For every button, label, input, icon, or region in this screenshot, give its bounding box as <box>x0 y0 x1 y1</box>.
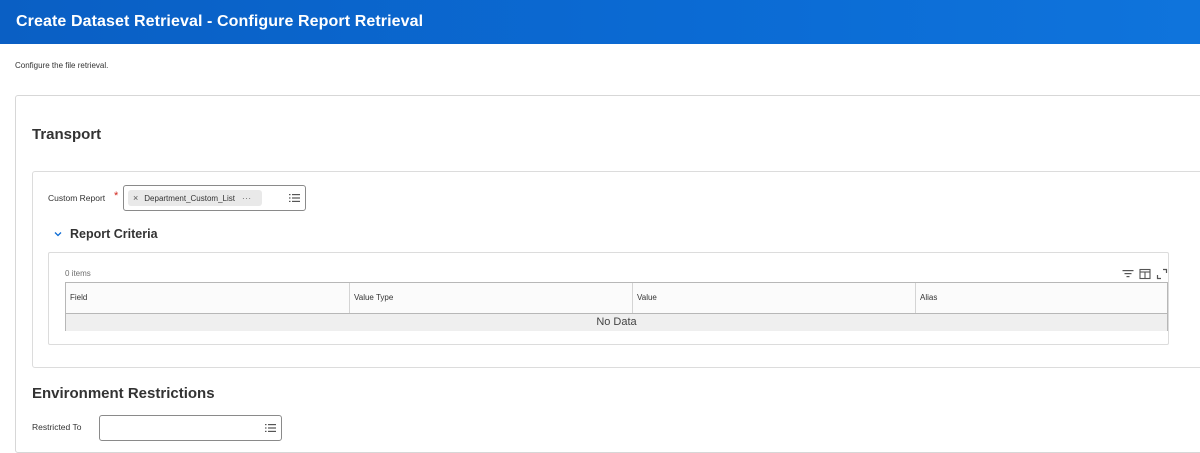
fullscreen-icon[interactable] <box>1156 267 1168 280</box>
main-form-panel: Transport Custom Report * × Department_C… <box>15 95 1200 453</box>
page-title: Create Dataset Retrieval - Configure Rep… <box>16 13 424 30</box>
items-count: 0 items <box>65 269 91 278</box>
transport-section-title: Transport <box>32 126 102 143</box>
table-header-row: Field Value Type Value Alias <box>66 283 1167 314</box>
filter-icon[interactable] <box>1122 267 1134 279</box>
column-header-alias[interactable]: Alias <box>916 283 1167 313</box>
page-instructions: Configure the file retrieval. <box>15 61 109 70</box>
column-header-field[interactable]: Field <box>66 283 350 313</box>
remove-selection-icon[interactable]: × <box>133 193 138 203</box>
environment-restrictions-title: Environment Restrictions <box>32 385 215 402</box>
page-header: Create Dataset Retrieval - Configure Rep… <box>0 0 1200 44</box>
selected-report-pill[interactable]: × Department_Custom_List ··· <box>128 190 262 206</box>
required-indicator: * <box>114 190 119 202</box>
report-criteria-grid-panel: 0 items Field Value Type Value Alias No … <box>48 252 1169 345</box>
related-actions-icon[interactable]: ··· <box>242 194 252 203</box>
prompt-list-icon[interactable] <box>289 193 300 203</box>
selected-report-value: Department_Custom_List <box>144 193 235 203</box>
report-criteria-title[interactable]: Report Criteria <box>70 227 158 241</box>
custom-report-label: Custom Report <box>48 193 106 203</box>
grid-toolbar <box>1122 267 1168 280</box>
column-settings-icon[interactable] <box>1139 267 1151 280</box>
restricted-to-label: Restricted To <box>32 422 82 432</box>
column-header-value-type[interactable]: Value Type <box>350 283 633 313</box>
custom-report-prompt[interactable]: × Department_Custom_List ··· <box>123 185 306 211</box>
transport-panel: Custom Report * × Department_Custom_List… <box>32 171 1200 368</box>
report-criteria-table: Field Value Type Value Alias No Data <box>65 282 1168 331</box>
prompt-list-icon[interactable] <box>265 423 276 433</box>
chevron-down-icon[interactable] <box>53 229 63 239</box>
restricted-to-prompt[interactable] <box>99 415 282 441</box>
empty-table-message: No Data <box>66 314 1167 331</box>
column-header-value[interactable]: Value <box>633 283 916 313</box>
